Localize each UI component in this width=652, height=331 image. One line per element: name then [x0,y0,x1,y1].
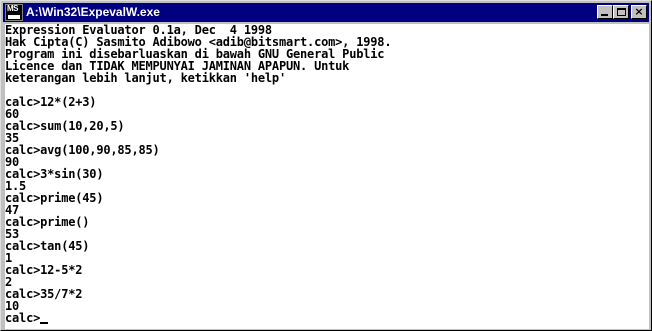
close-icon: × [634,5,644,18]
console-line: calc>sum(10,20,5) [5,119,125,133]
window-title: A:\Win32\ExpevalW.exe [26,5,160,19]
console-line: calc>prime() [5,215,90,229]
console-line: calc>35/7*2 [5,287,83,301]
title-bar[interactable]: MS A:\Win32\ExpevalW.exe × [3,3,649,22]
console-line: 47 [5,203,20,217]
input-line[interactable]: calc> [5,312,649,324]
console-line: 53 [5,227,20,241]
console-line: 1 [5,251,13,265]
app-icon-bar [8,15,20,19]
console-line: 10 [5,299,20,313]
console-line: keterangan lebih lanjut, ketikkan 'help' [5,71,286,85]
console-output[interactable]: Expression Evaluator 0.1a, Dec 4 1998 Ha… [5,24,649,329]
console-window: MS A:\Win32\ExpevalW.exe × Expression Ev… [0,0,652,331]
console-line: calc>tan(45) [5,239,90,253]
console-line: calc>3*sin(30) [5,167,104,181]
minimize-icon [601,14,608,16]
app-icon[interactable]: MS [5,4,23,21]
maximize-icon [617,8,626,16]
console-line: calc>avg(100,90,85,85) [5,143,160,157]
minimize-button[interactable] [597,5,613,19]
console-line: calc>12-5*2 [5,263,83,277]
console-line: calc>prime(45) [5,191,104,205]
maximize-button[interactable] [613,5,629,19]
console-line: 2 [5,275,13,289]
app-icon-label: MS [7,4,19,13]
prompt-text: calc> [5,311,41,325]
text-cursor [40,322,49,324]
console-line: calc>12*(2+3) [5,95,97,109]
close-button[interactable]: × [631,5,647,19]
